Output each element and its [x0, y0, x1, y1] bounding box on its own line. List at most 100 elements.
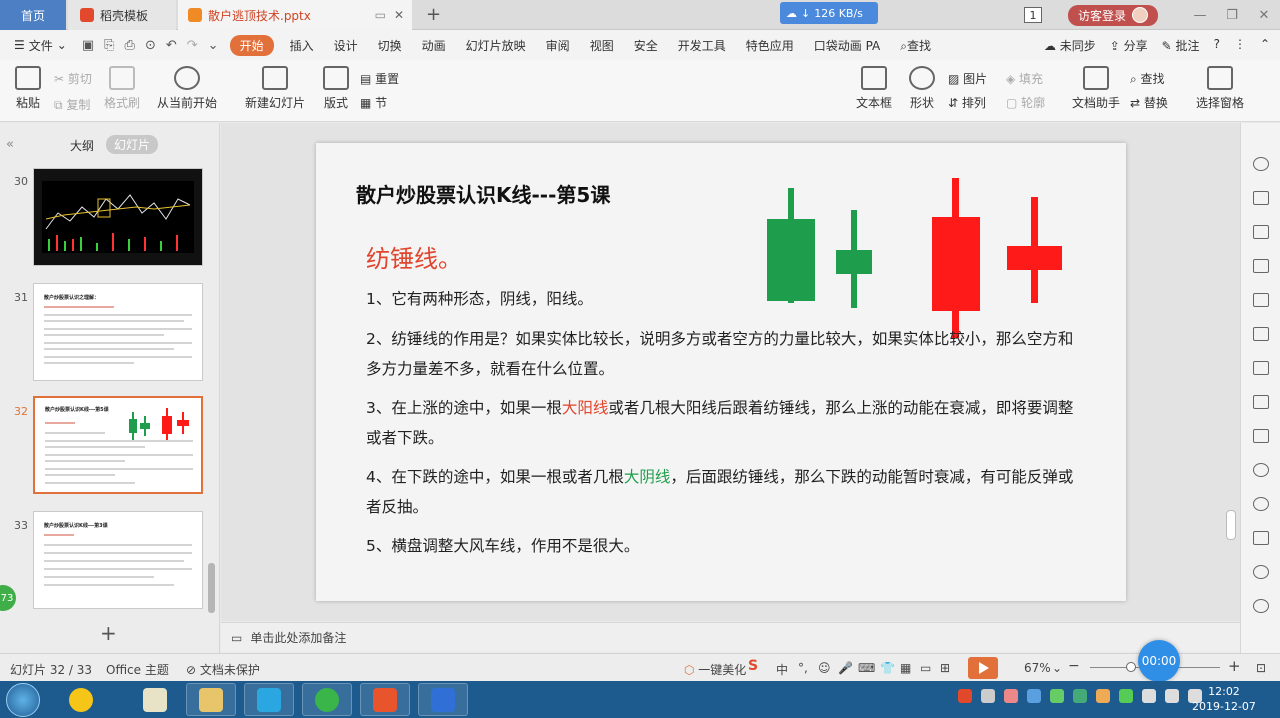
- minimize-button[interactable]: —: [1184, 8, 1216, 23]
- format-painter-button[interactable]: 格式刷: [104, 60, 140, 111]
- ime-skin-icon[interactable]: 👕: [880, 661, 895, 675]
- theme-name[interactable]: Office 主题: [106, 661, 169, 678]
- ime-logo-icon[interactable]: S: [748, 658, 758, 674]
- menu-animations[interactable]: 动画: [412, 37, 456, 54]
- copy-pane-icon[interactable]: [1253, 191, 1269, 205]
- new-slide-button[interactable]: 新建幻灯片: [242, 60, 308, 111]
- paste-button[interactable]: 粘贴: [10, 60, 46, 111]
- reset-button[interactable]: ▤ 重置: [360, 70, 399, 87]
- slide-thumbnail-30[interactable]: [33, 168, 203, 266]
- fit-window-icon[interactable]: ⊡: [1256, 661, 1266, 675]
- ime-emoji-icon[interactable]: ☺: [818, 661, 831, 675]
- find-button[interactable]: ⌕ 查找: [1130, 70, 1165, 87]
- protection-status[interactable]: ⊘ 文档未保护: [186, 661, 260, 678]
- slide-point-2[interactable]: 2、纺锤线的作用是？如果实体比较长，说明多方或者空方的力量比较大，如果实体比较小…: [366, 324, 1086, 384]
- export-icon[interactable]: ⎘: [99, 38, 119, 53]
- shield-icon[interactable]: [1253, 497, 1269, 511]
- fill-button[interactable]: ◈ 填充: [1006, 70, 1043, 87]
- tray-icon[interactable]: [1004, 689, 1018, 703]
- menu-design[interactable]: 设计: [324, 37, 368, 54]
- close-window-button[interactable]: ✕: [1248, 8, 1280, 23]
- play-from-current-button[interactable]: 从当前开始: [156, 60, 218, 111]
- tray-icon[interactable]: [1050, 689, 1064, 703]
- ime-mic-icon[interactable]: 🎤: [838, 661, 853, 675]
- menu-view[interactable]: 视图: [580, 37, 624, 54]
- taskbar-qq-app[interactable]: [56, 683, 106, 716]
- menu-transitions[interactable]: 切换: [368, 37, 412, 54]
- slide-thumbnail-32[interactable]: 散户炒股票认识K线---第5课: [33, 396, 203, 494]
- help-circle-icon[interactable]: [1253, 599, 1269, 613]
- shape-button[interactable]: 形状: [904, 60, 940, 111]
- star-icon[interactable]: [1253, 157, 1269, 171]
- slide-subtitle[interactable]: 纺锤线。: [366, 239, 462, 274]
- slide-title[interactable]: 散户炒股票认识K线---第5课: [356, 179, 610, 208]
- window-count-badge[interactable]: 1: [1023, 7, 1042, 23]
- new-tab-button[interactable]: +: [426, 4, 441, 25]
- slide-thumbnail-33[interactable]: 散户炒股票认识K线---第3课: [33, 511, 203, 609]
- arrange-button[interactable]: ⇵ 排列: [948, 94, 986, 111]
- undo-icon[interactable]: ↶: [161, 38, 182, 53]
- menu-home-tab[interactable]: 开始: [229, 34, 274, 56]
- save-icon[interactable]: ▣: [77, 38, 99, 53]
- tray-icon[interactable]: [1096, 689, 1110, 703]
- file-menu[interactable]: ☰ 文件 ⌄: [0, 37, 77, 54]
- zoom-in-button[interactable]: +: [1228, 657, 1241, 675]
- beautify-button[interactable]: ⬡ 一键美化: [684, 661, 746, 678]
- login-button[interactable]: 访客登录: [1067, 4, 1158, 26]
- add-slide-button[interactable]: +: [100, 621, 117, 645]
- normal-view-icon[interactable]: ▭: [920, 661, 931, 675]
- menu-review[interactable]: 审阅: [536, 37, 580, 54]
- tray-icon[interactable]: [1027, 689, 1041, 703]
- tab-document[interactable]: 散户逃顶技术.pptx ▭ ✕: [178, 0, 412, 30]
- sorter-view-icon[interactable]: ⊞: [940, 661, 950, 675]
- pin-icon[interactable]: ▭: [375, 8, 386, 22]
- share-button[interactable]: ⇪ 分享: [1110, 37, 1148, 54]
- notes-pane[interactable]: ▭ 单击此处添加备注: [221, 622, 1240, 652]
- menu-security[interactable]: 安全: [624, 37, 668, 54]
- ime-keyboard-icon[interactable]: ⌨: [858, 661, 875, 675]
- system-clock[interactable]: 12:02 2019-12-07: [1192, 684, 1256, 714]
- battery-icon[interactable]: [1142, 689, 1156, 703]
- menu-features[interactable]: 特色应用: [736, 37, 804, 54]
- selection-pane-button[interactable]: 选择窗格: [1196, 60, 1244, 111]
- copy-button[interactable]: ⧉ 复制: [54, 96, 90, 113]
- section-button[interactable]: ▦ 节: [360, 94, 387, 111]
- slide-point-5[interactable]: 5、横盘调整大风车线，作用不是很大。: [366, 531, 1086, 561]
- replace-button[interactable]: ⇄ 替换: [1130, 94, 1168, 111]
- menu-insert[interactable]: 插入: [280, 37, 324, 54]
- current-slide[interactable]: 散户炒股票认识K线---第5课 纺锤线。 1、它有两种形态，阴线，阳线。 2、纺…: [316, 143, 1126, 601]
- menu-slideshow[interactable]: 幻灯片放映: [456, 37, 536, 54]
- tray-icon[interactable]: [981, 689, 995, 703]
- redo-icon[interactable]: ↷: [182, 38, 203, 53]
- sliders-icon[interactable]: [1253, 327, 1269, 341]
- collapse-panel-icon[interactable]: «: [6, 137, 14, 152]
- doc-helper-button[interactable]: 文档助手: [1072, 60, 1120, 111]
- history-icon[interactable]: [1253, 565, 1269, 579]
- print-icon[interactable]: ⎙: [120, 38, 140, 53]
- chart-icon[interactable]: [1253, 293, 1269, 307]
- tray-icon[interactable]: [1119, 689, 1133, 703]
- shield-tray-icon[interactable]: [1073, 689, 1087, 703]
- search-pane-icon[interactable]: [1253, 361, 1269, 375]
- archive-icon[interactable]: [1253, 429, 1269, 443]
- slide-point-4[interactable]: 4、在下跌的途中，如果一根或者几根大阴线，后面跟纺锤线，那么下跌的动能暂时衰减，…: [366, 462, 1086, 522]
- ime-chinese-icon[interactable]: 中: [776, 661, 788, 678]
- canvas-scrollbar[interactable]: [1226, 510, 1236, 540]
- slide-thumbnail-31[interactable]: 散户炒股票认识之理解：: [33, 283, 203, 381]
- ime-tray-icon[interactable]: [958, 689, 972, 703]
- network-icon[interactable]: [1165, 689, 1179, 703]
- zoom-dropdown-icon[interactable]: ⌄: [1052, 661, 1062, 675]
- customize-icon[interactable]: ⌄: [203, 38, 224, 53]
- ime-tools-icon[interactable]: ▦: [900, 661, 911, 675]
- cut-button[interactable]: ✂ 剪切: [54, 70, 92, 87]
- tab-home[interactable]: 首页: [0, 0, 66, 30]
- ime-punct-icon[interactable]: °,: [798, 661, 808, 675]
- slide-point-3[interactable]: 3、在上涨的途中，如果一根大阳线或者几根大阳线后跟着纺锤线，那么上涨的动能在衰减…: [366, 393, 1086, 453]
- layout-button[interactable]: 版式: [318, 60, 354, 111]
- voice-icon[interactable]: [1253, 463, 1269, 477]
- grid-icon[interactable]: [1253, 259, 1269, 273]
- print-preview-icon[interactable]: ⊙: [140, 38, 161, 53]
- start-button[interactable]: [6, 683, 40, 717]
- zoom-level[interactable]: 67%: [1024, 661, 1051, 675]
- taskbar-wps-writer[interactable]: [418, 683, 468, 716]
